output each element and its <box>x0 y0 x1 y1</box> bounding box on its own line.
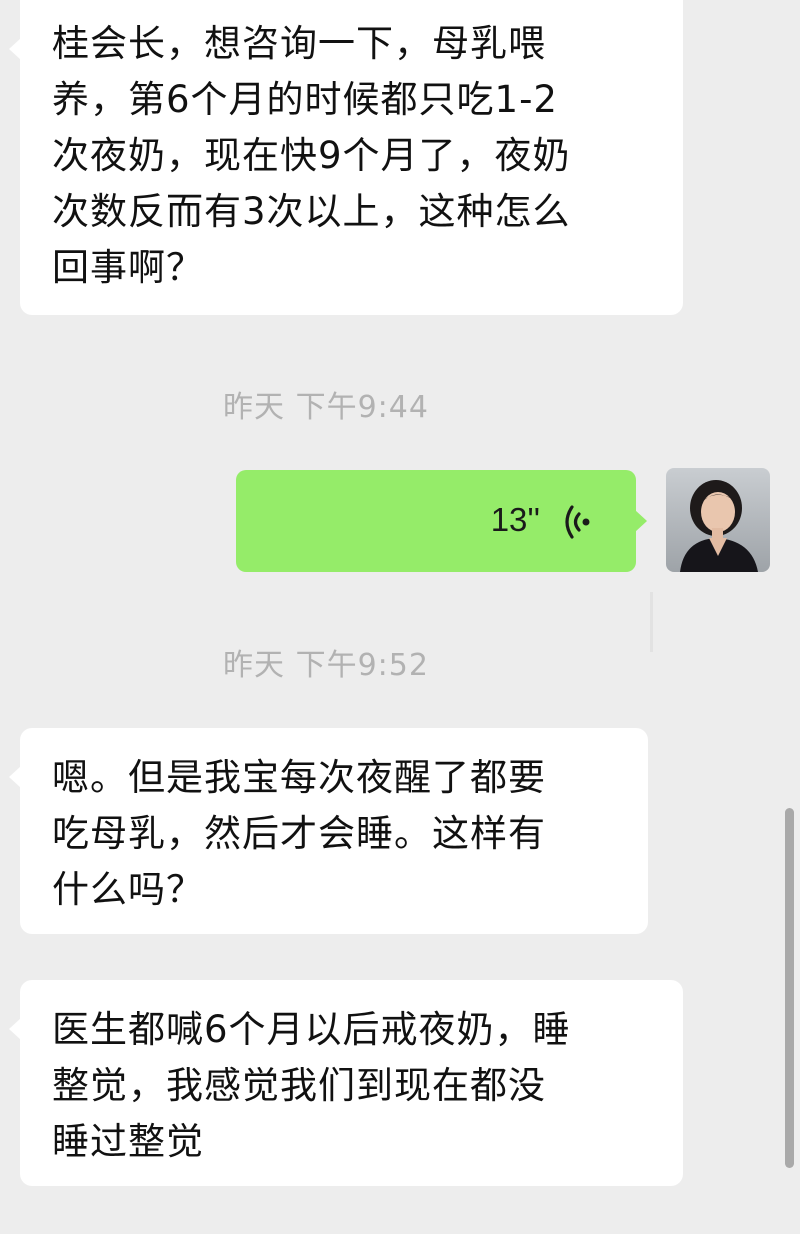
scrollbar[interactable] <box>785 808 794 1168</box>
message-timestamp: 昨天 下午9:44 <box>223 390 429 425</box>
message-text: 桂会长，想咨询一下，母乳喂 养，第6个月的时候都只吃1-2 次夜奶，现在快9个月… <box>52 22 571 289</box>
message-bubble-incoming[interactable]: 嗯。但是我宝每次夜醒了都要 吃母乳，然后才会睡。这样有 什么吗？ <box>9 728 648 934</box>
message-timestamp: 昨天 下午9:52 <box>223 648 429 683</box>
user-avatar[interactable] <box>666 468 770 572</box>
message-text: 嗯。但是我宝每次夜醒了都要 吃母乳，然后才会睡。这样有 什么吗？ <box>52 756 546 911</box>
voice-wave-icon <box>562 502 592 546</box>
voice-duration: 13'' <box>490 501 540 538</box>
voice-message-bubble[interactable]: 13'' <box>236 470 647 572</box>
message-bubble-incoming[interactable]: 医生都喊6个月以后戒夜奶，睡 整觉，我感觉我们到现在都没 睡过整觉 <box>9 980 683 1186</box>
message-bubble-incoming[interactable]: 桂会长，想咨询一下，母乳喂 养，第6个月的时候都只吃1-2 次夜奶，现在快9个月… <box>9 0 683 315</box>
message-text: 医生都喊6个月以后戒夜奶，睡 整觉，我感觉我们到现在都没 睡过整觉 <box>52 1008 571 1163</box>
